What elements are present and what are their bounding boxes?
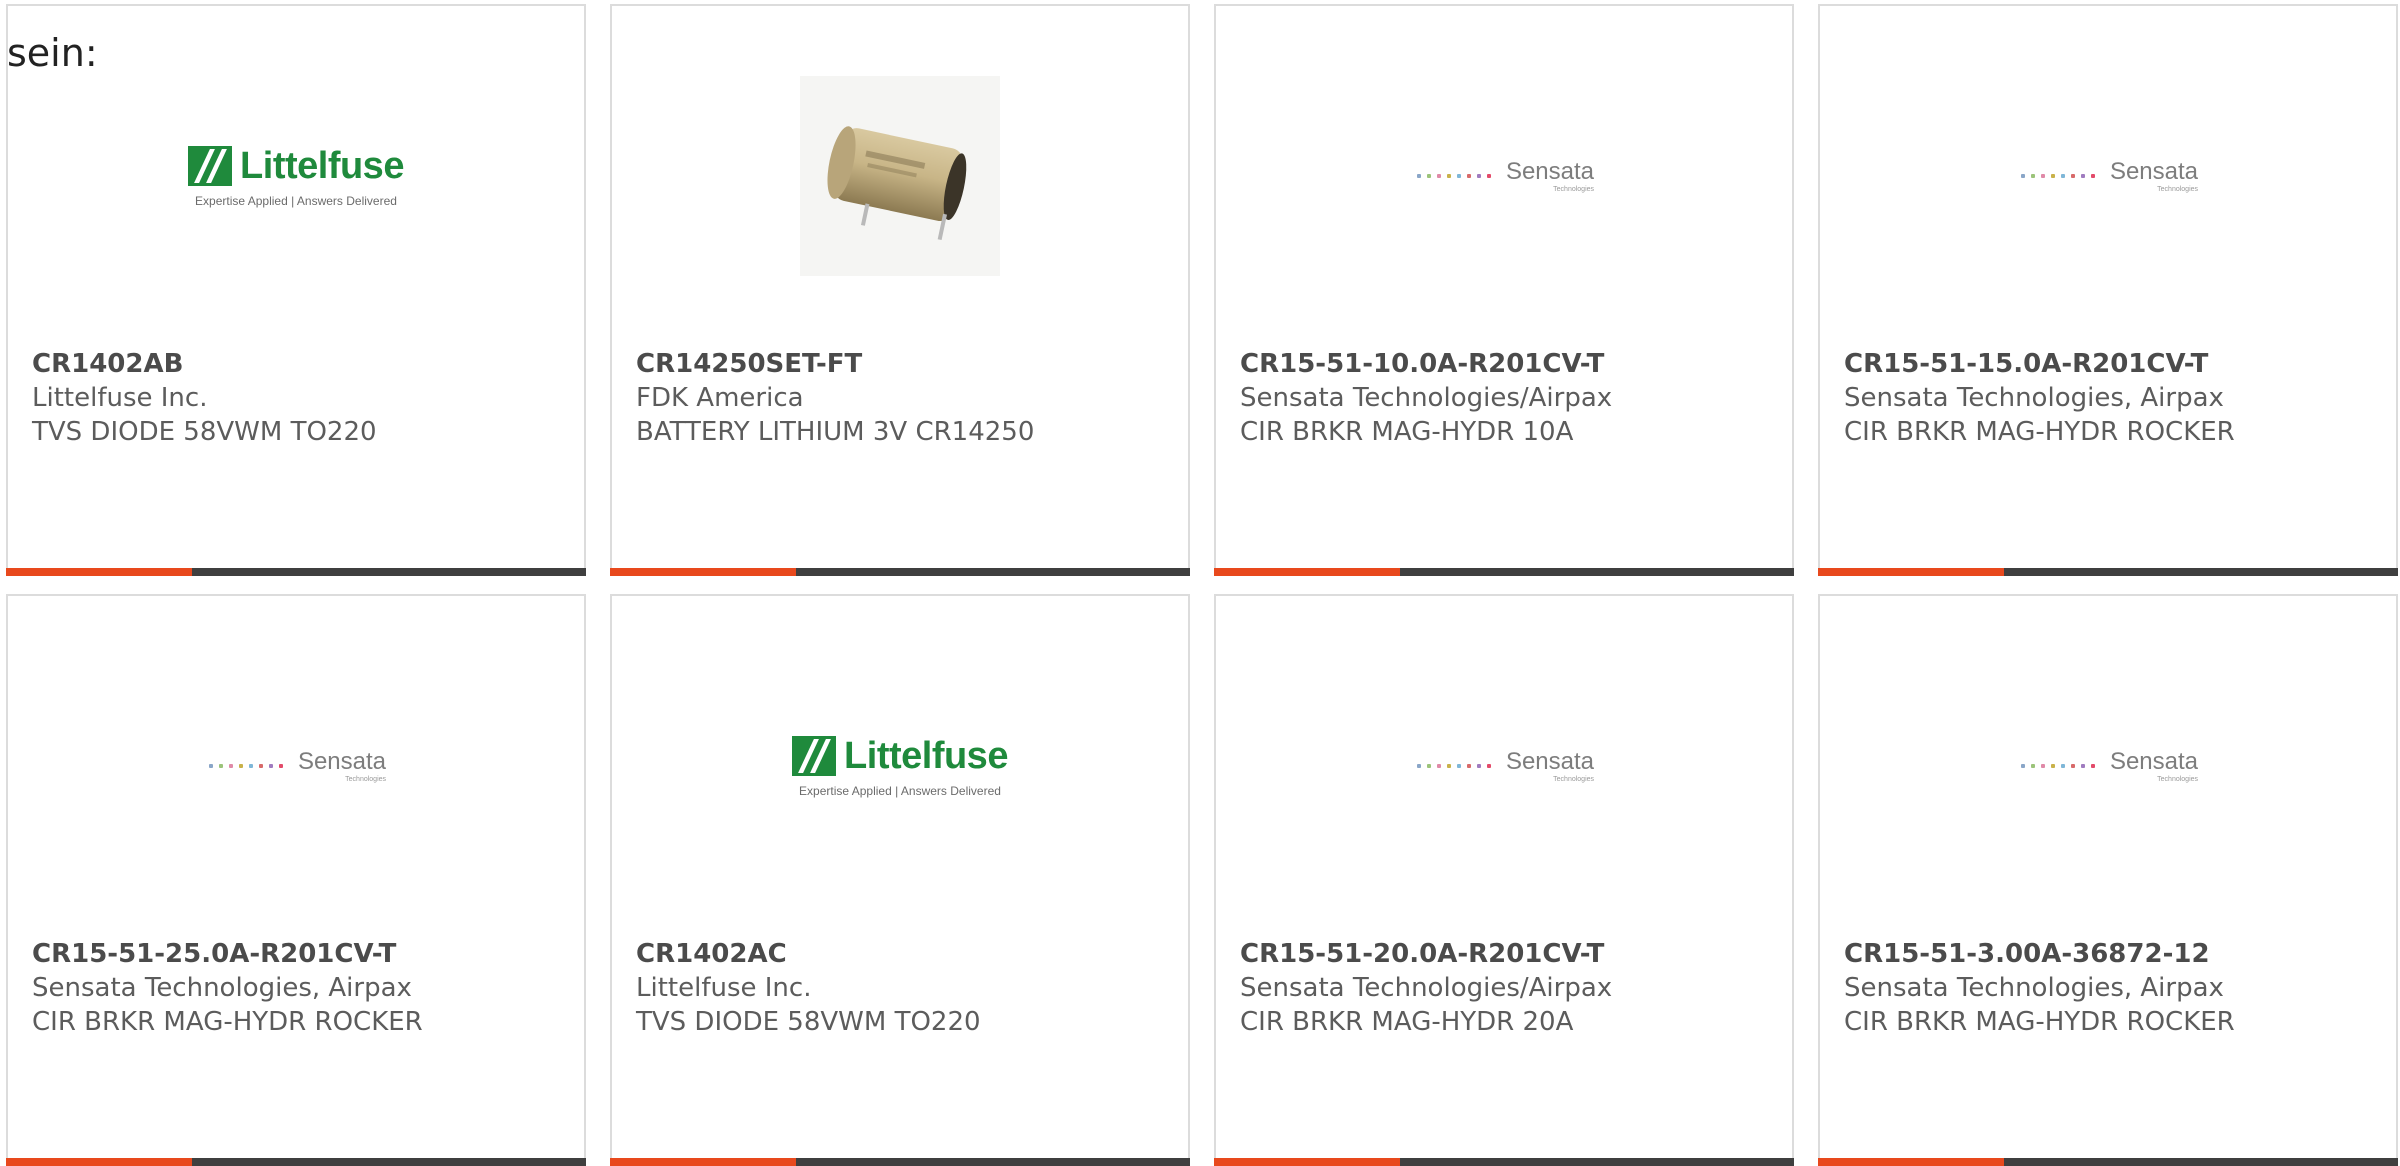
sensata-logo-sub: Technologies [2157, 185, 2199, 193]
card-bottom-bar-accent [1214, 568, 1400, 576]
product-card[interactable]: Littelfuse Expertise Applied | Answers D… [6, 4, 586, 576]
product-image[interactable]: Sensata Technologies [1216, 656, 1792, 876]
product-card[interactable]: Sensata Technologies CR15-51-20.0A-R201C… [1214, 594, 1794, 1166]
manufacturer: Littelfuse Inc. [32, 383, 208, 413]
description: CIR BRKR MAG-HYDR ROCKER [32, 1007, 423, 1037]
sensata-dots-icon [2018, 174, 2098, 178]
littelfuse-logo-tagline: Expertise Applied | Answers Delivered [799, 783, 1001, 798]
product-info: CR15-51-25.0A-R201CV-T Sensata Technologi… [32, 937, 423, 1039]
product-card[interactable]: Sensata Technologies CR15-51-3.00A-36872… [1818, 594, 2398, 1166]
product-image[interactable]: Sensata Technologies [1820, 656, 2396, 876]
product-image[interactable]: Littelfuse Expertise Applied | Answers D… [8, 66, 584, 286]
littelfuse-logo: Littelfuse Expertise Applied | Answers D… [188, 145, 404, 208]
card-bottom-bar-accent [1818, 568, 2004, 576]
product-image[interactable] [612, 66, 1188, 286]
product-info: CR15-51-10.0A-R201CV-T Sensata Technologi… [1240, 347, 1612, 449]
sensata-logo-name: Sensata [1505, 157, 1595, 185]
sensata-logo-name: Sensata [297, 747, 387, 775]
sensata-logo-sub: Technologies [345, 775, 387, 783]
part-number[interactable]: CR15-51-25.0A-R201CV-T [32, 937, 423, 971]
sensata-logo: Sensata Technologies [1414, 747, 1595, 783]
card-bottom-bar [1818, 568, 2398, 576]
description: CIR BRKR MAG-HYDR ROCKER [1844, 1007, 2235, 1037]
description: CIR BRKR MAG-HYDR 20A [1240, 1007, 1574, 1037]
description: CIR BRKR MAG-HYDR 10A [1240, 417, 1574, 447]
manufacturer: Littelfuse Inc. [636, 973, 812, 1003]
card-bottom-bar [610, 568, 1190, 576]
card-bottom-bar [1818, 1158, 2398, 1166]
card-bottom-bar [6, 568, 586, 576]
sensata-logo-sub: Technologies [1553, 185, 1595, 193]
product-info: CR15-51-15.0A-R201CV-T Sensata Technologi… [1844, 347, 2235, 449]
sensata-logo-sub: Technologies [1553, 775, 1595, 783]
littelfuse-mark-icon [188, 146, 233, 186]
product-info: CR15-51-3.00A-36872-12 Sensata Technologi… [1844, 937, 2235, 1039]
card-bottom-bar-accent [610, 568, 796, 576]
manufacturer: Sensata Technologies, Airpax [1844, 973, 2224, 1003]
littelfuse-logo-tagline: Expertise Applied | Answers Delivered [195, 193, 397, 208]
product-info: CR1402AC Littelfuse Inc. TVS DIODE 58VWM T… [636, 937, 981, 1039]
battery-photo [800, 76, 1000, 276]
manufacturer: Sensata Technologies/Airpax [1240, 973, 1613, 1003]
product-info: CR1402AB Littelfuse Inc. TVS DIODE 58VWM T… [32, 347, 377, 449]
part-number[interactable]: CR1402AB [32, 347, 377, 381]
product-card[interactable]: Sensata Technologies CR15-51-15.0A-R201C… [1818, 4, 2398, 576]
part-number[interactable]: CR15-51-15.0A-R201CV-T [1844, 347, 2235, 381]
card-bottom-bar-accent [1818, 1158, 2004, 1166]
product-info: CR14250SET-FT FDK America BATTERY LITHIUM … [636, 347, 1034, 449]
product-image[interactable]: Sensata Technologies [1216, 66, 1792, 286]
manufacturer: FDK America [636, 383, 804, 413]
card-bottom-bar-accent [610, 1158, 796, 1166]
manufacturer: Sensata Technologies, Airpax [1844, 383, 2224, 413]
product-info: CR15-51-20.0A-R201CV-T Sensata Technologi… [1240, 937, 1612, 1039]
part-number[interactable]: CR14250SET-FT [636, 347, 1034, 381]
sensata-logo-name: Sensata [2109, 157, 2199, 185]
lead-text: sein: [7, 31, 98, 75]
littelfuse-mark-icon [792, 736, 837, 776]
card-bottom-bar-accent [1214, 1158, 1400, 1166]
product-image[interactable]: Sensata Technologies [8, 656, 584, 876]
product-card[interactable]: CR14250SET-FT FDK America BATTERY LITHIUM … [610, 4, 1190, 576]
sensata-logo: Sensata Technologies [2018, 747, 2199, 783]
description: TVS DIODE 58VWM TO220 [636, 1007, 981, 1037]
sensata-logo-name: Sensata [1505, 747, 1595, 775]
description: TVS DIODE 58VWM TO220 [32, 417, 377, 447]
littelfuse-logo: Littelfuse Expertise Applied | Answers D… [792, 735, 1008, 798]
description: BATTERY LITHIUM 3V CR14250 [636, 417, 1035, 447]
sensata-logo: Sensata Technologies [206, 747, 387, 783]
product-grid: Littelfuse Expertise Applied | Answers D… [6, 4, 2398, 1166]
product-card[interactable]: Sensata Technologies CR15-51-10.0A-R201C… [1214, 4, 1794, 576]
card-bottom-bar [610, 1158, 1190, 1166]
card-bottom-bar-accent [6, 1158, 192, 1166]
sensata-logo-name: Sensata [2109, 747, 2199, 775]
part-number[interactable]: CR15-51-3.00A-36872-12 [1844, 937, 2235, 971]
part-number[interactable]: CR1402AC [636, 937, 981, 971]
card-bottom-bar [1214, 1158, 1794, 1166]
card-bottom-bar [6, 1158, 586, 1166]
product-image[interactable]: Littelfuse Expertise Applied | Answers D… [612, 656, 1188, 876]
sensata-logo: Sensata Technologies [2018, 157, 2199, 193]
sensata-dots-icon [206, 764, 286, 768]
card-bottom-bar-accent [6, 568, 192, 576]
product-image[interactable]: Sensata Technologies [1820, 66, 2396, 286]
sensata-logo-sub: Technologies [2157, 775, 2199, 783]
manufacturer: Sensata Technologies/Airpax [1240, 383, 1613, 413]
part-number[interactable]: CR15-51-20.0A-R201CV-T [1240, 937, 1612, 971]
product-card[interactable]: Sensata Technologies CR15-51-25.0A-R201C… [6, 594, 586, 1166]
product-card[interactable]: Littelfuse Expertise Applied | Answers D… [610, 594, 1190, 1166]
part-number[interactable]: CR15-51-10.0A-R201CV-T [1240, 347, 1612, 381]
littelfuse-logo-name: Littelfuse [844, 734, 1008, 777]
sensata-dots-icon [1414, 174, 1494, 178]
description: CIR BRKR MAG-HYDR ROCKER [1844, 417, 2235, 447]
manufacturer: Sensata Technologies, Airpax [32, 973, 412, 1003]
littelfuse-logo-name: Littelfuse [240, 144, 404, 187]
sensata-dots-icon [2018, 764, 2098, 768]
sensata-logo: Sensata Technologies [1414, 157, 1595, 193]
card-bottom-bar [1214, 568, 1794, 576]
sensata-dots-icon [1414, 764, 1494, 768]
battery-image [827, 126, 967, 241]
